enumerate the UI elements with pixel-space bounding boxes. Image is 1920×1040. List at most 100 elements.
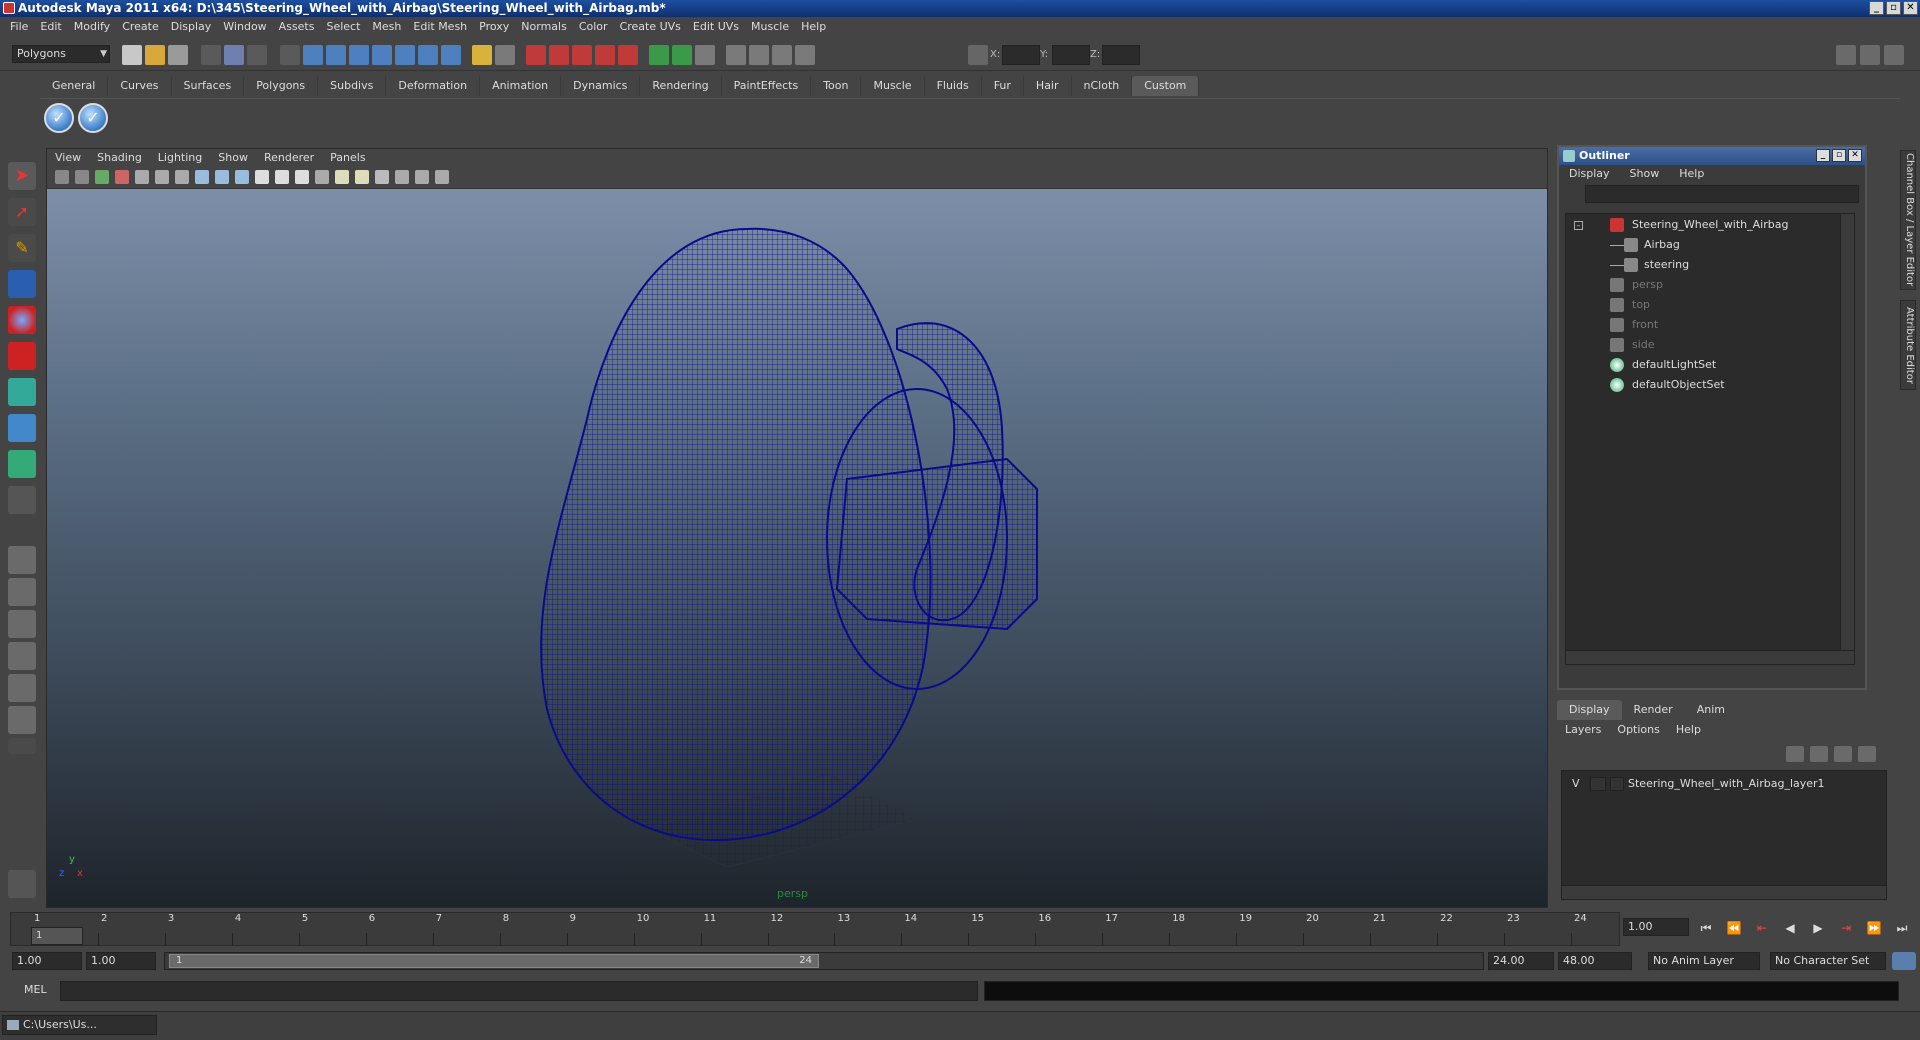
toggle-channel-box-icon[interactable] bbox=[1836, 45, 1856, 65]
range-slider-track[interactable]: 1 24 bbox=[164, 952, 1484, 970]
menu-create[interactable]: Create bbox=[116, 17, 165, 37]
render-settings-icon[interactable] bbox=[618, 45, 638, 65]
viewport-menu-lighting[interactable]: Lighting bbox=[150, 149, 210, 167]
ipr-render-icon[interactable] bbox=[595, 45, 615, 65]
select-lock-icon[interactable] bbox=[495, 45, 515, 65]
toggle-attribute-editor-icon[interactable] bbox=[1860, 45, 1880, 65]
outliner-item[interactable]: persp bbox=[1566, 276, 1836, 294]
shelf-tab-subdivs[interactable]: Subdivs bbox=[318, 76, 387, 96]
menu-modify[interactable]: Modify bbox=[68, 17, 116, 37]
show-manipulator-icon[interactable] bbox=[8, 450, 36, 478]
flat-shade-icon[interactable] bbox=[235, 170, 249, 184]
shelf-tab-polygons[interactable]: Polygons bbox=[244, 76, 319, 96]
mel-script-icon[interactable] bbox=[8, 870, 36, 898]
transform-mode-icon[interactable] bbox=[968, 45, 988, 65]
time-slider[interactable]: 1 2 3 4 5 6 7 8 9 10 11 12 13 14 15 16 17 18 19 20 21 22 23 24 1 bbox=[10, 912, 1620, 946]
layer-color-swatch[interactable] bbox=[1610, 777, 1624, 791]
last-tool-icon[interactable] bbox=[8, 486, 36, 514]
x-coordinate-field[interactable] bbox=[1002, 45, 1040, 65]
lock-icon[interactable] bbox=[472, 45, 492, 65]
shelf-tab-toon[interactable]: Toon bbox=[811, 76, 862, 96]
menu-edit-uvs[interactable]: Edit UVs bbox=[687, 17, 745, 37]
outliner-maximize-button[interactable]: ▫ bbox=[1832, 149, 1846, 162]
paint-select-tool-icon[interactable]: ✎ bbox=[8, 234, 36, 262]
step-forward-key-icon[interactable]: ⏩ bbox=[1863, 918, 1885, 938]
snap-surface-icon[interactable] bbox=[395, 45, 415, 65]
viewport-menu-show[interactable]: Show bbox=[210, 149, 256, 167]
history-icon[interactable] bbox=[526, 45, 546, 65]
animation-end-field[interactable]: 48.00 bbox=[1558, 952, 1632, 970]
perspective-scene[interactable]: y x z persp bbox=[47, 189, 1547, 907]
layer-menu-options[interactable]: Options bbox=[1609, 720, 1667, 740]
outliner-item[interactable]: defaultLightSet bbox=[1566, 356, 1836, 374]
snap-point-icon[interactable] bbox=[326, 45, 346, 65]
more-layouts-icon[interactable] bbox=[8, 738, 36, 754]
viewport-menu-panels[interactable]: Panels bbox=[322, 149, 373, 167]
side-tab-attribute-editor[interactable]: Attribute Editor bbox=[1900, 300, 1916, 390]
go-to-start-icon[interactable]: ⏮ bbox=[1695, 918, 1717, 938]
move-layer-up-icon[interactable] bbox=[1786, 746, 1804, 762]
menu-help[interactable]: Help bbox=[795, 17, 832, 37]
tool-settings-icon[interactable] bbox=[749, 45, 769, 65]
outliner-menu-display[interactable]: Display bbox=[1559, 165, 1620, 183]
safe-action-icon[interactable] bbox=[415, 170, 429, 184]
step-back-key-icon[interactable]: ⏪ bbox=[1723, 918, 1745, 938]
smooth-shade-icon[interactable] bbox=[215, 170, 229, 184]
lasso-tool-icon[interactable]: ➚ bbox=[8, 198, 36, 226]
side-tab-channel-box-layer-editor[interactable]: Channel Box / Layer Editor bbox=[1900, 150, 1916, 290]
shelf-checkmark-icon-1[interactable]: ✓ bbox=[44, 103, 74, 133]
menu-muscle[interactable]: Muscle bbox=[745, 17, 795, 37]
outliner-item[interactable]: – Steering_Wheel_with_Airbag bbox=[1566, 216, 1836, 234]
snap-live-icon[interactable] bbox=[372, 45, 392, 65]
hypershade-persp-layout-icon[interactable] bbox=[8, 674, 36, 702]
step-forward-frame-icon[interactable]: ⇥ bbox=[1835, 918, 1857, 938]
outliner-item[interactable]: Airbag bbox=[1566, 236, 1836, 254]
scale-tool-icon[interactable] bbox=[8, 342, 36, 370]
bookmarks-icon[interactable] bbox=[95, 170, 109, 184]
outliner-item[interactable]: side bbox=[1566, 336, 1836, 354]
image-plane-icon[interactable] bbox=[115, 170, 129, 184]
four-view-layout-icon[interactable] bbox=[8, 578, 36, 606]
character-set-dropdown[interactable]: No Character Set bbox=[1770, 952, 1886, 970]
layer-horizontal-scrollbar[interactable] bbox=[1562, 885, 1886, 899]
outliner-item[interactable]: steering bbox=[1566, 256, 1836, 274]
wireframe-icon[interactable] bbox=[195, 170, 209, 184]
hud-icon[interactable] bbox=[395, 170, 409, 184]
textured-icon[interactable] bbox=[255, 170, 269, 184]
layer-row[interactable]: V Steering_Wheel_with_Airbag_layer1 bbox=[1562, 775, 1882, 793]
menu-color[interactable]: Color bbox=[573, 17, 614, 37]
grid-icon[interactable] bbox=[135, 170, 149, 184]
layer-type-toggle[interactable] bbox=[1590, 777, 1606, 791]
save-scene-icon[interactable] bbox=[168, 45, 188, 65]
shelf-tab-curves[interactable]: Curves bbox=[108, 76, 172, 96]
animation-start-field[interactable]: 1.00 bbox=[12, 952, 82, 970]
all-lights-icon[interactable] bbox=[355, 170, 369, 184]
y-coordinate-field[interactable] bbox=[1052, 45, 1090, 65]
shelf-tab-hair[interactable]: Hair bbox=[1024, 76, 1072, 96]
viewport-menu-renderer[interactable]: Renderer bbox=[256, 149, 322, 167]
toggle-tool-settings-icon[interactable] bbox=[1884, 45, 1904, 65]
show-hide-icon[interactable] bbox=[695, 45, 715, 65]
resolution-gate-icon[interactable] bbox=[175, 170, 189, 184]
play-backwards-icon[interactable]: ◀ bbox=[1779, 918, 1801, 938]
shadows-icon[interactable] bbox=[375, 170, 389, 184]
menu-proxy[interactable]: Proxy bbox=[473, 17, 515, 37]
menu-mesh[interactable]: Mesh bbox=[366, 17, 407, 37]
graph-outliner-layout-icon[interactable] bbox=[8, 706, 36, 734]
menu-display[interactable]: Display bbox=[165, 17, 218, 37]
menu-normals[interactable]: Normals bbox=[515, 17, 573, 37]
play-forwards-icon[interactable]: ▶ bbox=[1807, 918, 1829, 938]
attribute-editor-icon[interactable] bbox=[726, 45, 746, 65]
menu-edit[interactable]: Edit bbox=[34, 17, 67, 37]
outliner-menu-help[interactable]: Help bbox=[1669, 165, 1714, 183]
shelf-tab-animation[interactable]: Animation bbox=[480, 76, 562, 96]
maximize-button[interactable]: ▫ bbox=[1886, 1, 1901, 15]
layer-tab-display[interactable]: Display bbox=[1557, 700, 1622, 720]
minimized-window-item[interactable]: C:\Users\Us... bbox=[2, 1015, 157, 1035]
snap-curve-icon[interactable] bbox=[303, 45, 323, 65]
auto-key-icon[interactable] bbox=[1892, 952, 1916, 970]
menu-select[interactable]: Select bbox=[320, 17, 366, 37]
snap-grid-icon[interactable] bbox=[280, 45, 300, 65]
outliner-item[interactable]: top bbox=[1566, 296, 1836, 314]
current-time-marker[interactable]: 1 bbox=[31, 927, 83, 945]
